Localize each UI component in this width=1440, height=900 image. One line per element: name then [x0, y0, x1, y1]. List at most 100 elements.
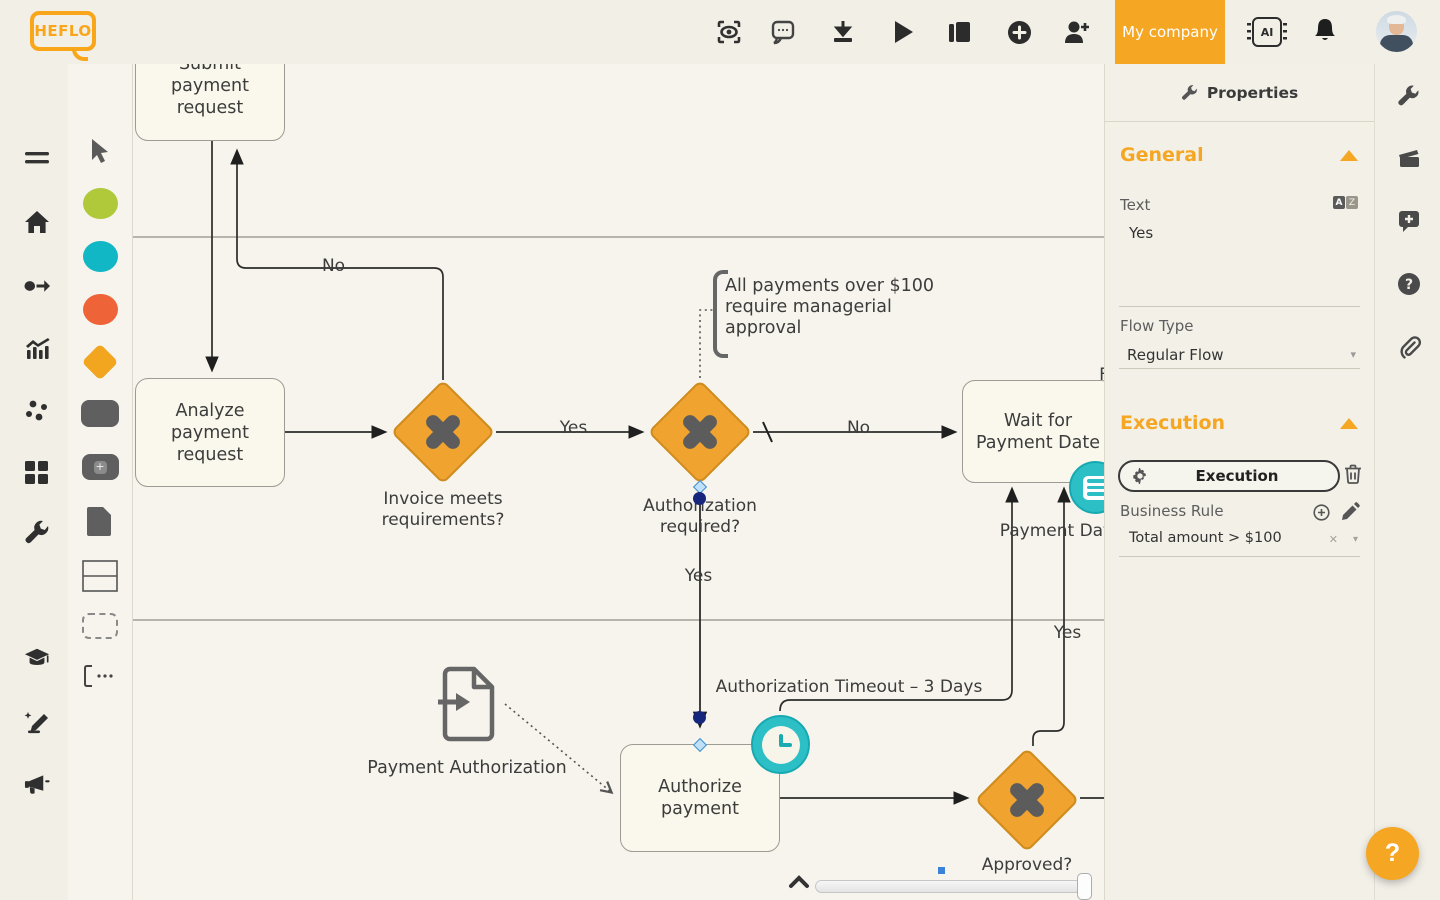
flow-label-yes-selected[interactable]: Yes — [676, 566, 721, 587]
data-input-payment-authorization[interactable] — [436, 664, 500, 744]
task-submit-payment-request[interactable]: Submit payment request — [135, 64, 285, 141]
task-shape — [81, 400, 119, 427]
text-field-label: Text — [1120, 196, 1150, 214]
comments-icon[interactable] — [769, 18, 797, 46]
text-format-icon[interactable]: AZ — [1333, 196, 1358, 209]
properties-wrench-icon[interactable] — [1396, 83, 1421, 108]
execution-config-button[interactable]: Execution — [1118, 460, 1340, 492]
home-icon[interactable] — [24, 209, 50, 235]
data-object-label[interactable]: Payment Authorization — [352, 758, 582, 779]
avatar-suit — [1380, 35, 1413, 52]
task-wait-label: Wait for Payment Date — [968, 410, 1104, 454]
zoom-slider-track[interactable] — [815, 880, 1092, 893]
end-event-tool[interactable] — [81, 290, 119, 328]
general-section-header[interactable]: General — [1120, 144, 1204, 166]
divider — [1119, 306, 1360, 307]
collapse-general-icon[interactable] — [1340, 150, 1358, 161]
timeout-flow-label[interactable]: Authorization Timeout – 3 Days — [714, 677, 984, 698]
user-avatar[interactable] — [1376, 11, 1417, 52]
tools-wrench-icon[interactable] — [24, 519, 50, 545]
delete-trash-icon[interactable] — [1344, 464, 1362, 488]
help-circle-icon[interactable]: ? — [1396, 271, 1421, 296]
boundary-event-label[interactable]: Payment Date — [985, 521, 1104, 542]
flow-label-no-top[interactable]: No — [311, 256, 356, 277]
academy-icon[interactable] — [24, 645, 50, 671]
ai-chip-label: AI — [1261, 26, 1274, 39]
subprocess-shape: + — [82, 454, 119, 480]
add-circle-icon[interactable] — [1005, 18, 1033, 46]
properties-panel: Properties General Text AZ Yes Flow Type… — [1104, 64, 1374, 900]
association-annotation[interactable] — [700, 310, 713, 378]
logo-hook — [72, 49, 88, 61]
diagram-canvas[interactable]: Submit payment request Analyze payment r… — [133, 64, 1104, 900]
clear-rule-icon[interactable]: ✕ — [1329, 533, 1338, 546]
business-rule-label: Business Rule — [1120, 502, 1224, 520]
notifications-bell-icon[interactable] — [1311, 17, 1339, 45]
properties-header: Properties — [1105, 64, 1374, 122]
dropdown-caret-icon[interactable]: ▾ — [1350, 348, 1356, 361]
dashboard-grid-icon[interactable] — [24, 460, 50, 486]
compose-icon[interactable] — [24, 709, 50, 735]
selection-marker — [938, 867, 945, 874]
preview-icon[interactable] — [715, 18, 743, 46]
gateway-tool[interactable] — [81, 343, 119, 381]
task-analyze-payment-request[interactable]: Analyze payment request — [135, 378, 285, 487]
expand-panel-chevron[interactable] — [788, 874, 810, 893]
heflo-app: HEFLO — [0, 0, 1440, 900]
flow-label-yes-1[interactable]: Yes — [551, 418, 596, 439]
process-flow-icon[interactable] — [24, 273, 50, 299]
start-event-tool[interactable] — [81, 184, 119, 222]
intermediate-event-tool[interactable] — [81, 237, 119, 275]
logo-text: HEFLO — [34, 22, 91, 40]
play-icon[interactable] — [889, 18, 917, 46]
annotation-tool[interactable] — [81, 657, 119, 695]
zoom-slider-handle[interactable] — [1077, 873, 1092, 900]
clock-icon — [762, 726, 800, 764]
add-user-icon[interactable] — [1063, 18, 1091, 46]
flow-label-yes-approved[interactable]: Yes — [1045, 623, 1090, 644]
collapse-execution-icon[interactable] — [1340, 418, 1358, 429]
reports-chart-icon[interactable] — [24, 336, 50, 362]
end-event-shape — [83, 294, 118, 325]
execution-section-header[interactable]: Execution — [1120, 412, 1225, 434]
task-analyze-label: Analyze payment request — [150, 400, 270, 466]
flow-endpoint-handle[interactable] — [693, 492, 706, 505]
start-event-shape — [83, 188, 118, 219]
top-bar: HEFLO — [0, 0, 1440, 64]
business-rule-value[interactable]: Total amount > $100 — [1129, 530, 1282, 546]
help-fab-glyph: ? — [1385, 839, 1400, 868]
right-tool-strip: ? — [1374, 64, 1440, 900]
document-tool[interactable] — [81, 502, 119, 540]
flow-type-label: Flow Type — [1120, 317, 1193, 335]
wrench-icon — [1181, 84, 1198, 101]
pool-lane-tool[interactable] — [81, 557, 119, 595]
text-field-value[interactable]: Yes — [1129, 224, 1153, 242]
select-cursor-tool[interactable] — [81, 132, 119, 170]
edit-pencil-icon[interactable] — [1341, 502, 1360, 525]
flow-type-select[interactable]: Regular Flow — [1127, 346, 1224, 364]
media-clapperboard-icon[interactable] — [1396, 145, 1421, 170]
add-comment-icon[interactable] — [1396, 208, 1421, 233]
add-rule-icon[interactable] — [1313, 504, 1330, 525]
menu-icon[interactable] — [24, 145, 50, 171]
help-fab-button[interactable]: ? — [1366, 827, 1419, 880]
download-icon[interactable] — [829, 18, 857, 46]
annotation-text[interactable]: All payments over $100 require manageria… — [725, 276, 945, 339]
timer-boundary-event[interactable] — [751, 715, 810, 774]
subprocess-tool[interactable]: + — [81, 448, 119, 486]
announcements-icon[interactable] — [24, 772, 50, 798]
cluster-icon[interactable] — [24, 398, 50, 424]
gateway-shape — [82, 344, 119, 381]
heflo-logo[interactable]: HEFLO — [30, 11, 96, 51]
task-tool[interactable] — [81, 394, 119, 432]
ai-chip-icon[interactable]: AI — [1252, 17, 1282, 47]
documents-icon[interactable] — [945, 18, 973, 46]
gateway-invoice-label[interactable]: Invoice meets requirements? — [358, 489, 528, 531]
rule-dropdown-caret-icon[interactable]: ▾ — [1353, 534, 1358, 545]
flow-label-no-2[interactable]: No — [836, 418, 881, 439]
attachment-paperclip-icon[interactable] — [1396, 334, 1421, 359]
task-authorize-label: Authorize payment — [645, 776, 755, 820]
my-company-button[interactable]: My company — [1115, 0, 1225, 64]
flow-endpoint-handle[interactable] — [693, 711, 706, 724]
group-tool[interactable] — [81, 607, 119, 645]
